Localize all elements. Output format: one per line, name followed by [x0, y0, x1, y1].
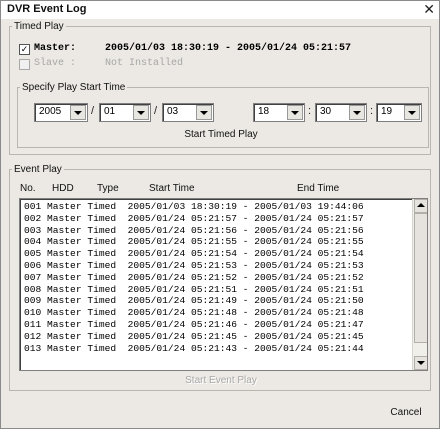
list-item[interactable]: 004 Master Timed 2005/01/24 05:21:55 - 2… [20, 236, 427, 248]
column-header-hdd: HDD [52, 183, 74, 194]
slave-checkbox[interactable] [19, 59, 30, 70]
time-separator: : [370, 105, 374, 117]
start-time-legend: Specify Play Start Time [22, 82, 126, 93]
chevron-down-icon[interactable] [349, 105, 365, 120]
list-scrollbar[interactable] [412, 199, 427, 370]
event-play-legend: Event Play [14, 164, 62, 175]
column-header-type: Type [97, 183, 119, 194]
time-separator: : [308, 105, 312, 117]
list-item[interactable]: 001 Master Timed 2005/01/03 18:30:19 - 2… [20, 201, 427, 213]
chevron-down-icon[interactable] [196, 105, 212, 120]
start-event-play-button[interactable]: Start Event Play [171, 375, 271, 386]
second-value: 19 [381, 106, 393, 117]
scroll-thumb[interactable] [414, 213, 427, 343]
scroll-down-icon[interactable] [414, 356, 427, 370]
cancel-button[interactable]: Cancel [381, 407, 431, 418]
dvr-event-log-window: DVR Event Log ✕ Timed Play ✓ Master: 200… [0, 0, 440, 429]
year-select[interactable]: 2005 [34, 103, 88, 122]
title-bar: DVR Event Log ✕ [1, 1, 439, 19]
timed-play-legend: Timed Play [14, 21, 64, 32]
column-header-start: Start Time [149, 183, 195, 194]
column-header-end: End Time [297, 183, 340, 194]
list-item[interactable]: 013 Master Timed 2005/01/24 05:21:43 - 2… [20, 343, 427, 355]
chevron-down-icon[interactable] [133, 105, 149, 120]
day-select[interactable]: 03 [162, 103, 214, 122]
list-item[interactable]: 010 Master Timed 2005/01/24 05:21:48 - 2… [20, 307, 427, 319]
day-value: 03 [167, 106, 179, 117]
master-checkbox[interactable]: ✓ [19, 44, 30, 55]
date-separator: / [154, 105, 158, 117]
list-item[interactable]: 002 Master Timed 2005/01/24 05:21:57 - 2… [20, 213, 427, 225]
month-value: 01 [104, 106, 116, 117]
list-item[interactable]: 012 Master Timed 2005/01/24 05:21:45 - 2… [20, 331, 427, 343]
year-value: 2005 [39, 106, 62, 117]
window-title: DVR Event Log [7, 3, 87, 15]
chevron-down-icon[interactable] [404, 105, 420, 120]
second-select[interactable]: 19 [376, 103, 422, 122]
slave-status: Not Installed [105, 58, 184, 69]
chevron-down-icon[interactable] [70, 105, 86, 120]
scroll-up-icon[interactable] [414, 199, 427, 213]
hour-value: 18 [258, 106, 270, 117]
event-list[interactable]: 001 Master Timed 2005/01/03 18:30:19 - 2… [19, 198, 428, 371]
list-item[interactable]: 009 Master Timed 2005/01/24 05:21:49 - 2… [20, 295, 427, 307]
list-item[interactable]: 011 Master Timed 2005/01/24 05:21:46 - 2… [20, 319, 427, 331]
list-item[interactable]: 008 Master Timed 2005/01/24 05:21:51 - 2… [20, 284, 427, 296]
list-item[interactable]: 006 Master Timed 2005/01/24 05:21:53 - 2… [20, 260, 427, 272]
slave-label: Slave : [34, 58, 77, 69]
month-select[interactable]: 01 [99, 103, 151, 122]
minute-select[interactable]: 30 [315, 103, 367, 122]
date-separator: / [91, 105, 95, 117]
list-item[interactable]: 007 Master Timed 2005/01/24 05:21:52 - 2… [20, 272, 427, 284]
list-item[interactable]: 003 Master Timed 2005/01/24 05:21:56 - 2… [20, 225, 427, 237]
master-range: 2005/01/03 18:30:19 - 2005/01/24 05:21:5… [105, 43, 352, 54]
list-item[interactable]: 005 Master Timed 2005/01/24 05:21:54 - 2… [20, 248, 427, 260]
chevron-down-icon[interactable] [287, 105, 303, 120]
minute-value: 30 [320, 106, 332, 117]
hour-select[interactable]: 18 [253, 103, 305, 122]
close-icon[interactable]: ✕ [423, 1, 435, 18]
start-timed-play-button[interactable]: Start Timed Play [171, 129, 271, 140]
column-header-no: No. [20, 183, 36, 194]
master-label: Master: [34, 43, 77, 54]
